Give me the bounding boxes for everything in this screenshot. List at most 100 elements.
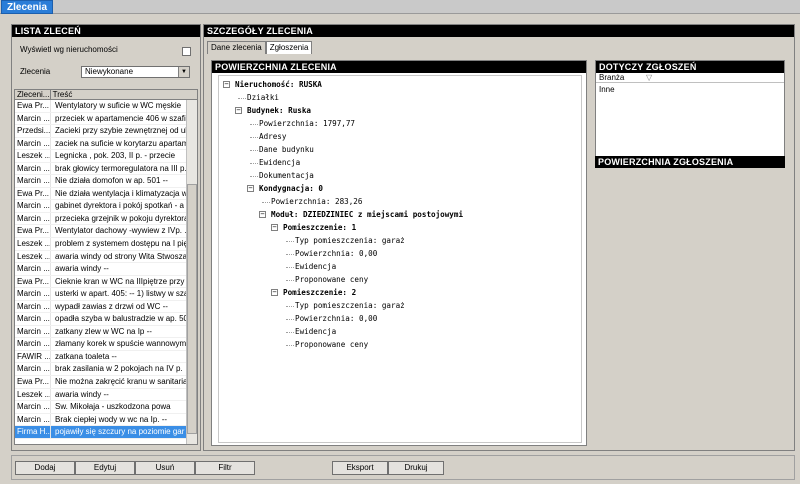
- cell-content: Zacieki przy szybie zewnętrznej od ul: [55, 126, 187, 136]
- orders-list-header: LISTA ZLECEŃ: [12, 25, 200, 37]
- tree-node[interactable]: Ewidencja: [295, 261, 336, 273]
- cell-order: Marcin ...: [17, 313, 51, 325]
- cell-order: Marcin ...: [17, 212, 51, 225]
- table-row[interactable]: FAWIR ... zatkana toaleta --: [15, 350, 197, 364]
- table-row[interactable]: Leszek ... Legnicka , pok. 203, II p. - p…: [15, 150, 197, 163]
- collapse-icon[interactable]: −: [223, 81, 230, 88]
- chevron-down-icon[interactable]: ▼: [178, 67, 189, 77]
- table-row[interactable]: Ewa Pr... Wentylator dachowy -wywiew z IV…: [15, 225, 197, 239]
- related-reports-row[interactable]: Inne: [596, 83, 784, 96]
- cell-content: przeciek w apartamencie 406 w szafi: [55, 113, 186, 123]
- table-row[interactable]: Marcin ... przecieka grzejnik w pokoju dy…: [15, 212, 197, 226]
- table-row[interactable]: Marcin ... gabinet dyrektora i pokój spot…: [15, 200, 197, 213]
- col-header-order[interactable]: Zleceni...: [15, 90, 51, 99]
- grid-scrollbar[interactable]: [186, 100, 197, 444]
- tab-zgloszenia[interactable]: Zgłoszenia: [265, 41, 313, 54]
- tree-node[interactable]: Ewidencja: [295, 326, 336, 338]
- related-reports-col-header[interactable]: Branża ▽: [596, 73, 784, 83]
- cell-order: Ewa Pr...: [17, 376, 51, 388]
- tree-node[interactable]: Proponowane ceny: [295, 339, 368, 351]
- tree-node[interactable]: Proponowane ceny: [295, 274, 368, 286]
- tree-node[interactable]: Pomieszczenie: 2: [283, 287, 356, 299]
- tree-node[interactable]: Nieruchomość: RUSKA: [235, 79, 322, 91]
- tree-node[interactable]: Powierzchnia: 283,26: [271, 196, 362, 208]
- tree-connector: [250, 163, 258, 164]
- table-row[interactable]: Leszek ... awaria windy od strony Wita St…: [15, 250, 197, 264]
- cell-order: FAWIR ...: [17, 350, 51, 363]
- tree-connector: [286, 280, 294, 281]
- filter-icon[interactable]: ▽: [646, 73, 652, 83]
- table-row[interactable]: Ewa Pr... Nie można zakręcić kranu w sani…: [15, 376, 197, 389]
- tree-node[interactable]: Dane budynku: [259, 144, 314, 156]
- tree-node[interactable]: Ewidencja: [259, 157, 300, 169]
- tree-node[interactable]: Moduł: DZIEDZINIEC z miejscami postojowy…: [271, 209, 463, 221]
- tree-node[interactable]: Kondygnacja: 0: [259, 183, 323, 195]
- cell-content: brak głowicy termoregulatora na III p.: [55, 163, 187, 173]
- table-row[interactable]: Marcin ... Sw. Mikołaja - uszkodzona powa: [15, 401, 197, 414]
- scrollbar-thumb[interactable]: [187, 184, 197, 434]
- col-header-content[interactable]: Treść: [51, 90, 197, 99]
- table-row[interactable]: Ewa Pr... Nie działa wentylacja i klimaty…: [15, 187, 197, 201]
- tree-node[interactable]: Typ pomieszczenia: garaż: [295, 235, 405, 247]
- table-row[interactable]: Marcin ... brak głowicy termoregulatora n…: [15, 162, 197, 176]
- delete-button[interactable]: Usuń: [135, 461, 195, 475]
- table-row[interactable]: Marcin ... zaciek na suficie w korytarzu …: [15, 137, 197, 151]
- cell-order: Ewa Pr...: [17, 275, 51, 288]
- table-row[interactable]: Marcin ... opadła szyba w balustradzie w …: [15, 313, 197, 326]
- table-row[interactable]: Ewa Pr... Wentylatory w suficie w WC męsk…: [15, 100, 197, 113]
- table-row[interactable]: Marcin ... Brak ciepłej wody w wc na Ip. …: [15, 413, 197, 427]
- table-row[interactable]: Leszek ... awaria windy --: [15, 388, 197, 402]
- print-button[interactable]: Drukuj: [388, 461, 444, 475]
- tree-node[interactable]: Adresy: [259, 131, 286, 143]
- filter-button[interactable]: Filtr: [195, 461, 255, 475]
- cell-content: Wentylatory w suficie w WC męskie: [55, 101, 182, 110]
- table-row[interactable]: Marcin ... Nie działa domofon w ap. 501 -…: [15, 175, 197, 188]
- cell-order: Ewa Pr...: [17, 100, 51, 112]
- app-tab-bar: Zlecenia: [0, 0, 800, 14]
- tree-node[interactable]: Powierzchnia: 0,00: [295, 313, 377, 325]
- cell-order: Firma H...: [17, 426, 51, 438]
- tab-zlecenia[interactable]: Zlecenia: [1, 0, 54, 14]
- collapse-icon[interactable]: −: [259, 211, 266, 218]
- cell-content: awaria windy --: [55, 264, 109, 274]
- tree-node[interactable]: Działki: [247, 92, 279, 104]
- table-row[interactable]: Marcin ... usterki w apart. 405: -- 1) li…: [15, 288, 197, 301]
- tree-connector: [286, 306, 294, 307]
- tab-dane-zlecenia[interactable]: Dane zlecenia: [207, 41, 266, 54]
- tree-node[interactable]: Pomieszczenie: 1: [283, 222, 356, 234]
- tree-node[interactable]: Powierzchnia: 0,00: [295, 248, 377, 260]
- tree-node[interactable]: Typ pomieszczenia: garaż: [295, 300, 405, 312]
- table-row[interactable]: Leszek ... problem z systemem dostępu na …: [15, 238, 197, 251]
- tree-node[interactable]: Powierzchnia: 1797,77: [259, 118, 355, 130]
- tree-node[interactable]: Budynek: Ruska: [247, 105, 311, 117]
- table-row[interactable]: Marcin ... złamany korek w spuście wannow…: [15, 338, 197, 351]
- table-row[interactable]: Firma H... pojawiły się szczury na poziom…: [15, 426, 197, 439]
- bottom-toolbar: Dodaj Edytuj Usuń Filtr Eksport Drukuj: [11, 455, 795, 480]
- tree-connector: [250, 137, 258, 138]
- table-row[interactable]: Ewa Pr... Cieknie kran w WC na IIIpiętrze…: [15, 275, 197, 289]
- show-by-property-checkbox[interactable]: [182, 47, 191, 56]
- tree-node[interactable]: Dokumentacja: [259, 170, 314, 182]
- orders-filter-select[interactable]: Niewykonane ▼: [81, 66, 190, 78]
- cell-content: usterki w apart. 405: -- 1) listwy w sza: [55, 289, 187, 299]
- collapse-icon[interactable]: −: [247, 185, 254, 192]
- table-row[interactable]: Przedsi... Zacieki przy szybie zewnętrzne…: [15, 125, 197, 138]
- collapse-icon[interactable]: −: [271, 289, 278, 296]
- table-row[interactable]: Marcin ... zatkany zlew w WC na Ip --: [15, 325, 197, 339]
- table-row[interactable]: Marcin ... brak zasilania w 2 pokojach na…: [15, 363, 197, 377]
- order-details-header: SZCZEGÓŁY ZLECENIA: [204, 25, 794, 37]
- collapse-icon[interactable]: −: [271, 224, 278, 231]
- export-button[interactable]: Eksport: [332, 461, 388, 475]
- add-button[interactable]: Dodaj: [15, 461, 75, 475]
- cell-order: Ewa Pr...: [17, 225, 51, 238]
- tree-connector: [286, 241, 294, 242]
- cell-order: Marcin ...: [17, 175, 51, 187]
- table-row[interactable]: Marcin ... wypadł zawias z drzwi od WC --: [15, 300, 197, 314]
- cell-content: Wentylator dachowy -wywiew z IVp. .: [55, 226, 187, 236]
- edit-button[interactable]: Edytuj: [75, 461, 135, 475]
- collapse-icon[interactable]: −: [235, 107, 242, 114]
- table-row[interactable]: Marcin ... awaria windy --: [15, 263, 197, 276]
- order-area-tree[interactable]: − Nieruchomość: RUSKA Działki − Budynek: Rus…: [218, 75, 582, 443]
- orders-grid[interactable]: Zleceni... Treść Ewa Pr... Wentylatory w …: [14, 89, 198, 445]
- table-row[interactable]: Marcin ... przeciek w apartamencie 406 w …: [15, 112, 197, 126]
